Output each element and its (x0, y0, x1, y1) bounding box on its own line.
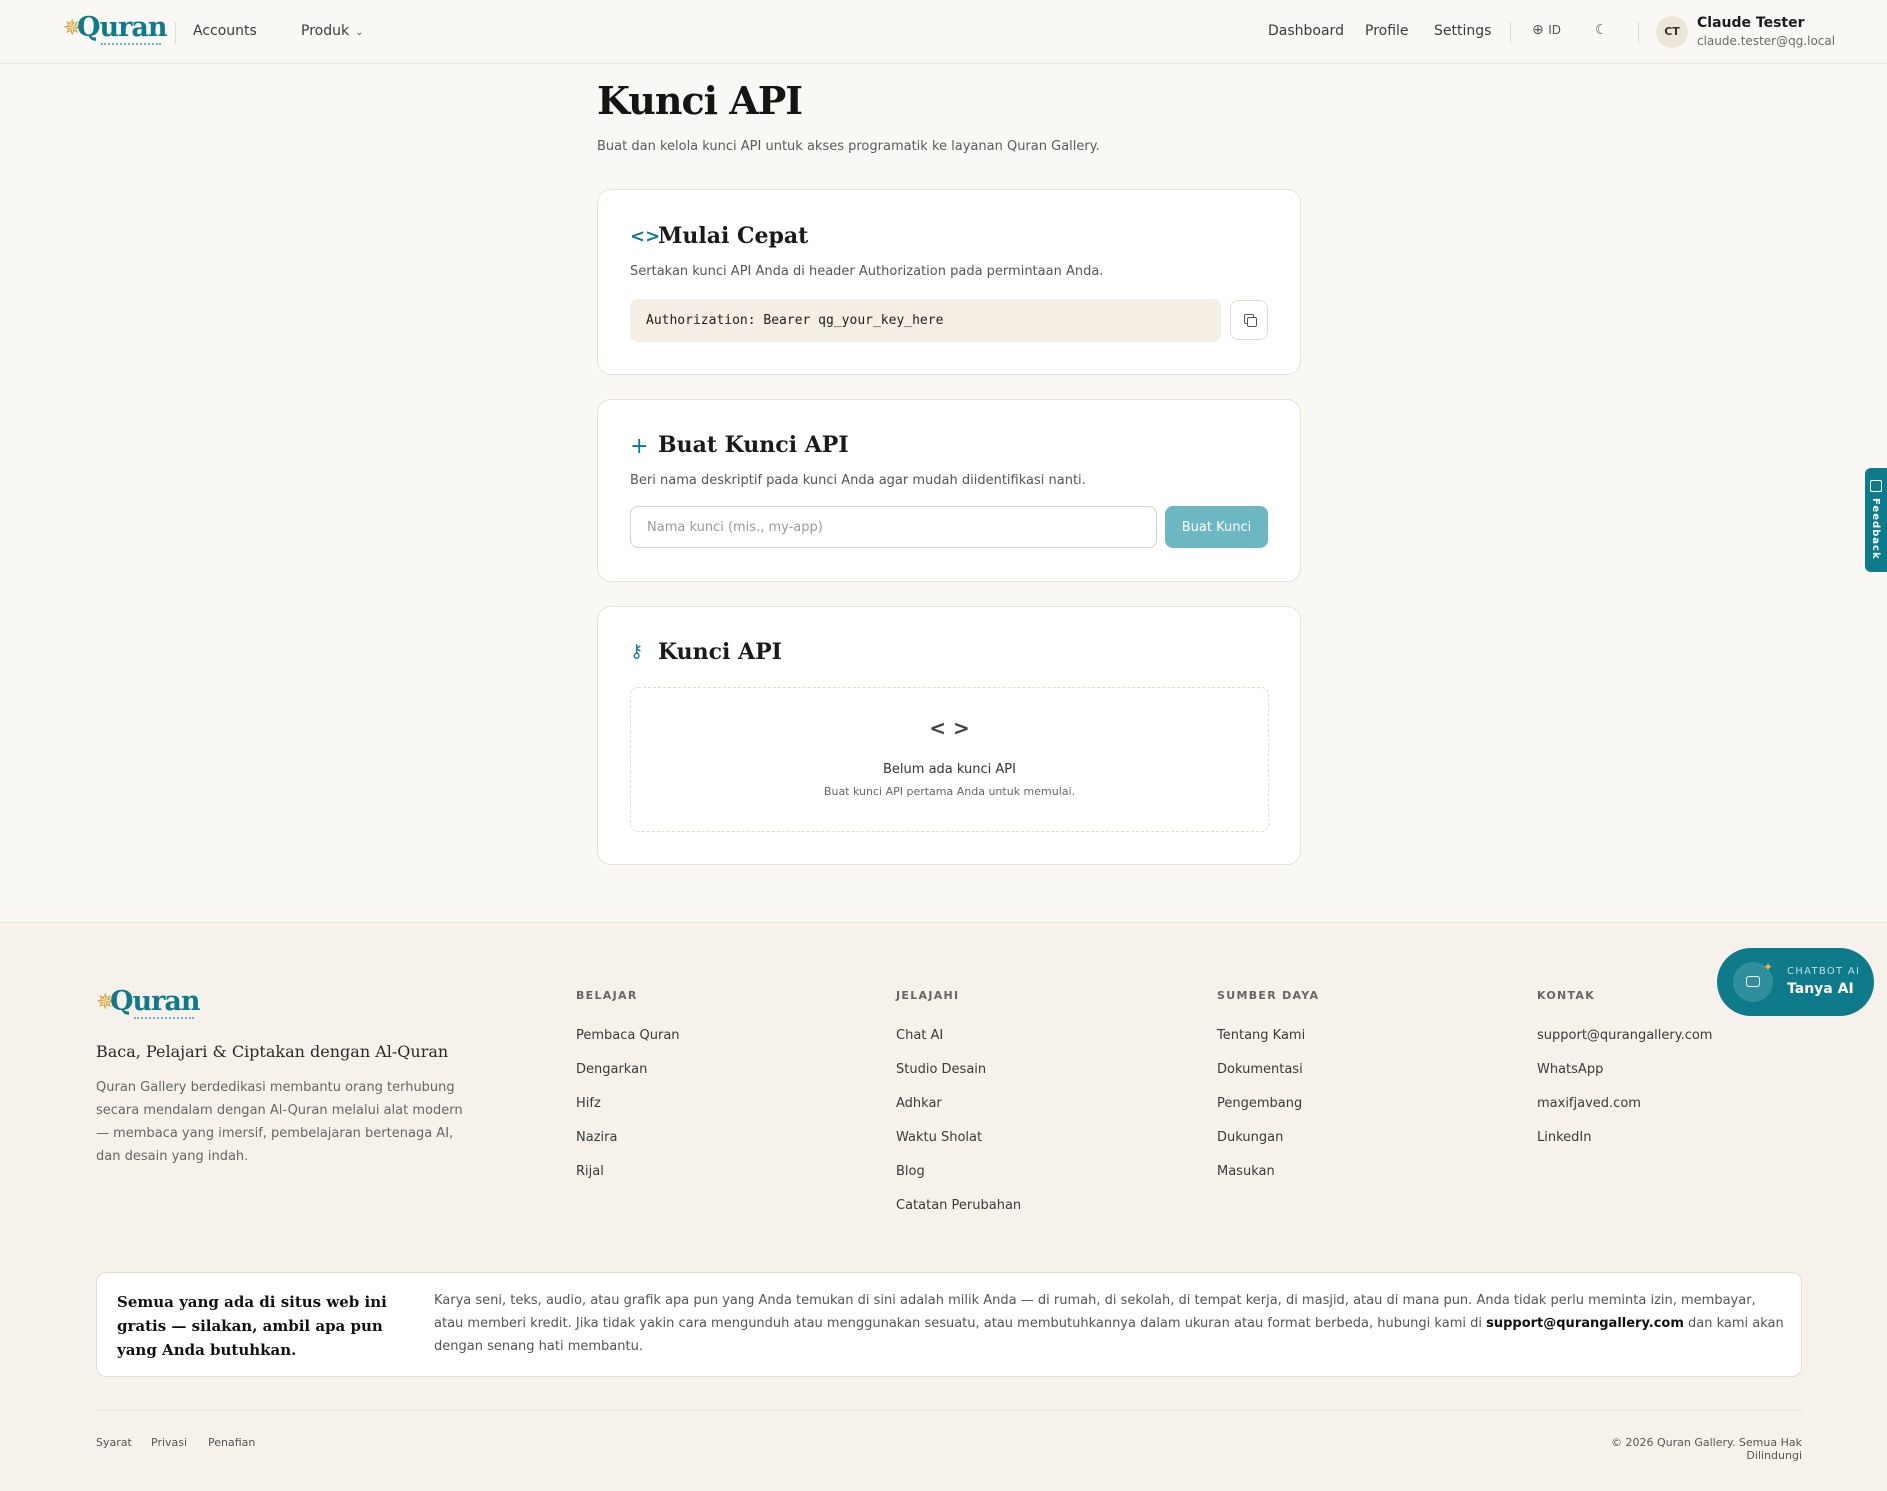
footer-tagline: Baca, Pelajari & Ciptakan dengan Al-Qura… (96, 1042, 449, 1061)
footer-column-sumber-daya: SUMBER DAYA Tentang Kami Dokumentasi Pen… (1217, 989, 1319, 1198)
api-keys-card: ⚷ Kunci API < > Belum ada kunci API Buat… (597, 606, 1301, 865)
feedback-icon (1870, 480, 1882, 492)
support-email-link[interactable]: support@qurangallery.com (1486, 1316, 1684, 1331)
auth-code-snippet[interactable]: Authorization: Bearer qg_your_key_here (630, 299, 1221, 342)
footer-link[interactable]: Pengembang (1217, 1096, 1319, 1130)
footer: ✵ Quran Baca, Pelajari & Ciptakan dengan… (0, 922, 1887, 1491)
footer-link[interactable]: Rijal (576, 1164, 680, 1198)
footer-link[interactable]: maxifjaved.com (1537, 1096, 1712, 1130)
bot-icon (1746, 976, 1760, 987)
create-key-card: + Buat Kunci API Beri nama deskriptif pa… (597, 399, 1301, 582)
nav-settings[interactable]: Settings (1434, 23, 1491, 39)
create-key-description: Beri nama deskriptif pada kunci Anda aga… (630, 473, 1086, 488)
empty-state-subtitle: Buat kunci API pertama Anda untuk memula… (823, 785, 1076, 798)
empty-state-title: Belum ada kunci API (883, 762, 1016, 777)
page-title: Kunci API (597, 78, 803, 123)
free-usage-title: Semua yang ada di situs web ini gratis —… (117, 1293, 387, 1359)
avatar[interactable]: CT (1656, 16, 1688, 48)
user-name: Claude Tester (1697, 15, 1805, 31)
footer-link[interactable]: support@qurangallery.com (1537, 1028, 1712, 1062)
footer-link[interactable]: WhatsApp (1537, 1062, 1712, 1096)
footer-link[interactable]: LinkedIn (1537, 1130, 1712, 1164)
empty-state: < > Belum ada kunci API Buat kunci API p… (630, 687, 1269, 832)
footer-column-kontak: KONTAK support@qurangallery.com WhatsApp… (1537, 989, 1712, 1164)
quickstart-description: Sertakan kunci API Anda di header Author… (630, 264, 1104, 279)
legal-link-syarat[interactable]: Syarat (96, 1436, 132, 1449)
quran-gallery-logo[interactable]: ✵ Quran (63, 12, 167, 49)
footer-link[interactable]: Dukungan (1217, 1130, 1319, 1164)
footer-link[interactable]: Dokumentasi (1217, 1062, 1319, 1096)
nav-produk[interactable]: Produk ⌄ (301, 23, 363, 39)
key-name-input[interactable] (630, 506, 1157, 548)
free-usage-notice: Semua yang ada di situs web ini gratis —… (96, 1272, 1802, 1377)
footer-link[interactable]: Masukan (1217, 1164, 1319, 1198)
footer-link[interactable]: Tentang Kami (1217, 1028, 1319, 1062)
footer-column-jelajahi: JELAJAHI Chat AI Studio Desain Adhkar Wa… (896, 989, 1021, 1232)
code-icon: <> (630, 226, 661, 247)
footer-description: Quran Gallery berdedikasi membantu orang… (96, 1080, 463, 1164)
legal-link-penafian[interactable]: Penafian (208, 1436, 255, 1449)
plus-icon: + (630, 434, 649, 459)
chatbot-button[interactable]: ✦ CHATBOT AI Tanya AI (1717, 948, 1874, 1016)
footer-link[interactable]: Adhkar (896, 1096, 1021, 1130)
globe-icon: ⊕ (1532, 22, 1544, 38)
moon-icon[interactable]: ☾ (1595, 22, 1608, 38)
nav-accounts[interactable]: Accounts (193, 23, 257, 39)
key-icon: ⚷ (630, 641, 644, 662)
create-key-title: Buat Kunci API (658, 432, 849, 458)
page-subtitle: Buat dan kelola kunci API untuk akses pr… (597, 139, 1100, 154)
quickstart-title: Mulai Cepat (658, 223, 809, 249)
footer-logo[interactable]: ✵ Quran (96, 986, 200, 1023)
quickstart-card: <> Mulai Cepat Sertakan kunci API Anda d… (597, 189, 1301, 375)
language-switcher[interactable]: ⊕ ID (1532, 22, 1561, 38)
footer-link[interactable]: Hifz (576, 1096, 680, 1130)
footer-column-belajar: BELAJAR Pembaca Quran Dengarkan Hifz Naz… (576, 989, 680, 1198)
nav-dashboard[interactable]: Dashboard (1268, 23, 1344, 39)
footer-link[interactable]: Dengarkan (576, 1062, 680, 1096)
code-icon: < > (929, 716, 970, 740)
footer-link[interactable]: Chat AI (896, 1028, 1021, 1062)
legal-link-privasi[interactable]: Privasi (151, 1436, 187, 1449)
footer-link[interactable]: Nazira (576, 1130, 680, 1164)
user-email: claude.tester@qg.local (1697, 34, 1836, 48)
create-key-button[interactable]: Buat Kunci (1165, 506, 1268, 548)
copyright: © 2026 Quran Gallery. Semua Hak Dilindun… (1610, 1436, 1802, 1462)
footer-link[interactable]: Catatan Perubahan (896, 1198, 1021, 1232)
feedback-tab[interactable]: Feedback (1865, 468, 1887, 572)
footer-link[interactable]: Studio Desain (896, 1062, 1021, 1096)
nav-profile[interactable]: Profile (1365, 23, 1409, 39)
footer-link[interactable]: Blog (896, 1164, 1021, 1198)
footer-link[interactable]: Waktu Sholat (896, 1130, 1021, 1164)
sparkle-icon: ✦ (1763, 960, 1774, 974)
chevron-down-icon: ⌄ (355, 27, 364, 38)
free-usage-text: Karya seni, teks, audio, atau grafik apa… (434, 1293, 1784, 1354)
top-navigation: ✵ Quran Accounts Produk ⌄ Dashboard Profi… (0, 0, 1887, 64)
copy-button[interactable] (1230, 300, 1268, 340)
footer-link[interactable]: Pembaca Quran (576, 1028, 680, 1062)
api-keys-title: Kunci API (658, 639, 782, 665)
